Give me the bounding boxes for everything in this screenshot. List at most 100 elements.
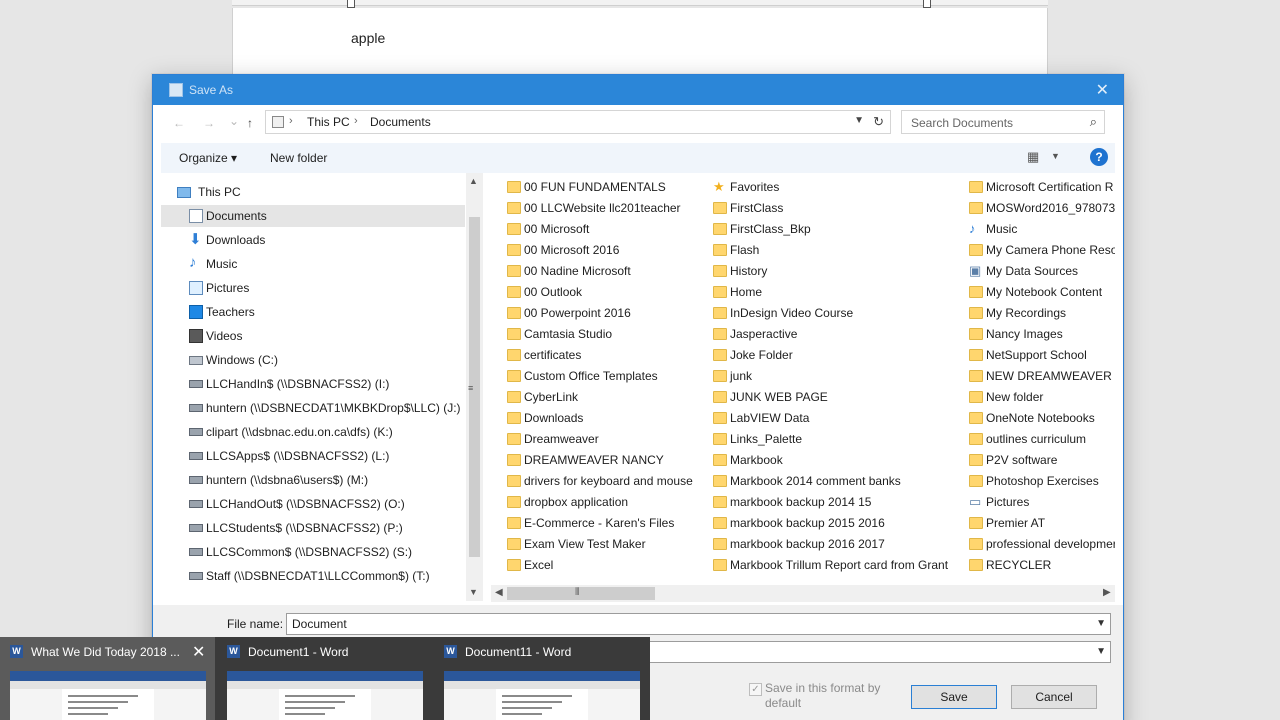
address-dropdown-icon[interactable]: ▼ [854, 115, 864, 126]
folder-item[interactable]: Flash [713, 240, 963, 261]
folder-item[interactable]: Links_Palette [713, 429, 963, 450]
nav-item[interactable]: clipart (\\dsbnac.edu.on.ca\dfs) (K:) [161, 421, 465, 443]
search-box[interactable]: Search Documents ⌕ [901, 110, 1105, 134]
scroll-left-icon[interactable]: ◀ [495, 587, 503, 598]
nav-item[interactable]: Documents [161, 205, 465, 227]
folder-item[interactable]: Jasperactive [713, 324, 963, 345]
folder-item[interactable]: My Recordings [969, 303, 1115, 324]
nav-pane-scrollbar[interactable]: ▲ ≡ ▼ [466, 173, 483, 601]
folder-item[interactable]: RECYCLER [969, 555, 1115, 576]
folder-item[interactable]: LabVIEW Data [713, 408, 963, 429]
close-icon[interactable]: ✕ [1096, 80, 1109, 100]
folder-item[interactable]: 00 Microsoft [507, 219, 707, 240]
folder-item[interactable]: Premier AT [969, 513, 1115, 534]
nav-item[interactable]: Videos [161, 325, 465, 347]
folder-item[interactable]: professional developmer [969, 534, 1115, 555]
folder-item[interactable]: markbook backup 2015 2016 [713, 513, 963, 534]
folder-item[interactable]: My Notebook Content [969, 282, 1115, 303]
breadcrumb-this-pc[interactable]: This PC [307, 115, 350, 129]
folder-item[interactable]: History [713, 261, 963, 282]
document-page[interactable]: apple [232, 8, 1048, 80]
indent-marker[interactable] [347, 0, 355, 8]
folder-item[interactable]: Home [713, 282, 963, 303]
folder-item[interactable]: Excel [507, 555, 707, 576]
folder-item[interactable]: Camtasia Studio [507, 324, 707, 345]
scroll-up-icon[interactable]: ▲ [469, 176, 478, 186]
address-bar[interactable]: › This PC › Documents ▼ ↻ [265, 110, 891, 134]
folder-item[interactable]: NetSupport School [969, 345, 1115, 366]
folder-item[interactable]: Custom Office Templates [507, 366, 707, 387]
back-arrow-icon[interactable]: ← [173, 116, 185, 130]
nav-item[interactable]: LLCSApps$ (\\DSBNACFSS2) (L:) [161, 445, 465, 467]
file-name-input[interactable]: Document ▼ [286, 613, 1111, 635]
folder-item[interactable]: 00 Outlook [507, 282, 707, 303]
scroll-down-icon[interactable]: ▼ [469, 587, 478, 597]
forward-arrow-icon[interactable]: → [203, 116, 215, 130]
folder-item[interactable]: 00 FUN FUNDAMENTALS [507, 177, 707, 198]
nav-item[interactable]: huntern (\\dsbna6\users$) (M:) [161, 469, 465, 491]
folder-item[interactable]: MOSWord2016_97807356 [969, 198, 1115, 219]
save-format-checkbox[interactable]: ✓ [749, 683, 762, 696]
folder-item[interactable]: Nancy Images [969, 324, 1115, 345]
recent-locations-icon[interactable]: ⌄ [229, 114, 239, 128]
search-icon[interactable]: ⌕ [1090, 114, 1097, 130]
folder-item[interactable]: ★ Favorites [713, 177, 963, 198]
folder-item[interactable]: Exam View Test Maker [507, 534, 707, 555]
folder-item[interactable]: markbook backup 2016 2017 [713, 534, 963, 555]
folder-item[interactable]: InDesign Video Course [713, 303, 963, 324]
save-button[interactable]: Save [911, 685, 997, 709]
nav-item[interactable]: huntern (\\DSBNECDAT1\MKBKDrop$\LLC) (J:… [161, 397, 465, 419]
breadcrumb-separator[interactable]: › [354, 115, 358, 127]
breadcrumb-documents[interactable]: Documents [370, 115, 431, 129]
nav-item[interactable]: ♪ Music [161, 253, 465, 275]
folder-item[interactable]: OneNote Notebooks [969, 408, 1115, 429]
nav-item[interactable]: This PC [161, 181, 465, 203]
folder-item[interactable]: drivers for keyboard and mouse [507, 471, 707, 492]
view-dropdown-icon[interactable]: ▼ [1051, 151, 1060, 161]
folder-item[interactable]: 00 LLCWebsite llc201teacher [507, 198, 707, 219]
folder-item[interactable]: ▭ Pictures [969, 492, 1115, 513]
breadcrumb-separator[interactable]: › [289, 115, 293, 127]
cancel-button[interactable]: Cancel [1011, 685, 1097, 709]
taskbar-thumbnail[interactable]: W Document11 - Word [434, 637, 649, 720]
help-icon[interactable]: ? [1090, 148, 1108, 166]
folder-item[interactable]: junk [713, 366, 963, 387]
indent-marker[interactable] [923, 0, 931, 8]
folder-item[interactable]: Photoshop Exercises [969, 471, 1115, 492]
organize-button[interactable]: Organize ▾ [179, 151, 237, 165]
folder-item[interactable]: ♪ Music [969, 219, 1115, 240]
folder-item[interactable]: 00 Nadine Microsoft [507, 261, 707, 282]
folder-item[interactable]: DREAMWEAVER NANCY [507, 450, 707, 471]
folder-item[interactable]: E-Commerce - Karen's Files [507, 513, 707, 534]
close-icon[interactable]: ✕ [192, 642, 205, 662]
folder-item[interactable]: New folder [969, 387, 1115, 408]
nav-item[interactable]: Windows (C:) [161, 349, 465, 371]
taskbar-thumbnail[interactable]: W What We Did Today 2018 ... ✕ [0, 637, 215, 720]
folder-item[interactable]: Markbook [713, 450, 963, 471]
nav-item[interactable]: LLCSCommon$ (\\DSBNACFSS2) (S:) [161, 541, 465, 563]
nav-item[interactable]: LLCHandOut$ (\\DSBNACFSS2) (O:) [161, 493, 465, 515]
folder-item[interactable]: dropbox application [507, 492, 707, 513]
change-view-icon[interactable]: ▦ [1027, 149, 1039, 165]
up-arrow-icon[interactable]: ↑ [247, 116, 253, 130]
folder-item[interactable]: JUNK WEB PAGE [713, 387, 963, 408]
scroll-right-icon[interactable]: ▶ [1103, 587, 1111, 598]
folder-item[interactable]: FirstClass_Bkp [713, 219, 963, 240]
taskbar-thumbnail[interactable]: W Document1 - Word [217, 637, 432, 720]
nav-item[interactable]: Staff (\\DSBNECDAT1\LLCCommon$) (T:) [161, 565, 465, 587]
folder-item[interactable]: Markbook 2014 comment banks [713, 471, 963, 492]
folder-item[interactable]: Microsoft Certification R [969, 177, 1115, 198]
nav-item[interactable]: LLCHandIn$ (\\DSBNACFSS2) (I:) [161, 373, 465, 395]
folder-item[interactable]: Joke Folder [713, 345, 963, 366]
folder-item[interactable]: CyberLink [507, 387, 707, 408]
folder-item[interactable]: FirstClass [713, 198, 963, 219]
save-type-dropdown-icon[interactable]: ▼ [1096, 646, 1106, 657]
file-list-scrollbar[interactable]: ◀ ⦀ ▶ [491, 585, 1115, 602]
folder-item[interactable]: Downloads [507, 408, 707, 429]
folder-item[interactable]: outlines curriculum [969, 429, 1115, 450]
refresh-icon[interactable]: ↻ [873, 114, 884, 130]
folder-item[interactable]: ▣ My Data Sources [969, 261, 1115, 282]
file-name-dropdown-icon[interactable]: ▼ [1096, 618, 1106, 629]
nav-item[interactable]: LLCStudents$ (\\DSBNACFSS2) (P:) [161, 517, 465, 539]
folder-item[interactable]: Markbook Trillum Report card from Grant [713, 555, 963, 576]
